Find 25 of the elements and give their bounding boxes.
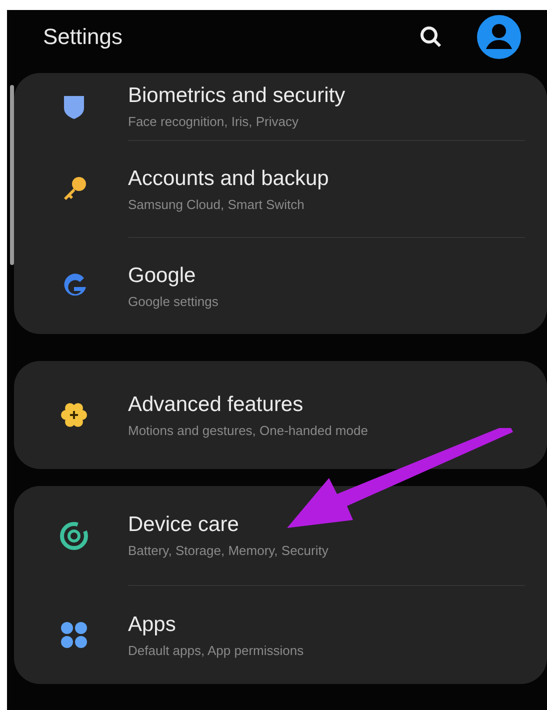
item-title: Apps xyxy=(128,612,177,636)
settings-item[interactable]: Apps Default apps, App permissions xyxy=(14,585,547,684)
profile-icon[interactable] xyxy=(477,14,521,58)
gear-icon xyxy=(60,401,88,429)
item-subtitle: Default apps, App permissions xyxy=(128,642,305,658)
settings-item[interactable]: Device care Battery, Storage, Memory, Security xyxy=(14,486,547,585)
item-subtitle: Samsung Cloud, Smart Switch xyxy=(128,196,306,212)
item-subtitle: Motions and gestures, One-handed mode xyxy=(128,422,369,438)
item-subtitle: Face recognition, Iris, Privacy xyxy=(128,114,300,129)
item-subtitle: Google settings xyxy=(128,294,220,308)
item-title: Advanced features xyxy=(128,392,304,416)
settings-item[interactable]: Biometrics and security Face recognition, Iris, Privacy xyxy=(14,73,547,140)
item-title: Accounts and backup xyxy=(128,166,330,190)
settings-item[interactable]: Accounts and backup Samsung Cloud, Smart Switch xyxy=(14,140,547,237)
item-subtitle: Battery, Storage, Memory, Security xyxy=(128,543,330,558)
item-title: Device care xyxy=(128,513,240,537)
item-title: Google xyxy=(128,264,197,288)
search-icon[interactable] xyxy=(419,24,443,48)
shield-icon xyxy=(63,94,85,120)
apps-icon xyxy=(60,620,88,648)
settings-item[interactable]: Advanced features Motions and gestures, One-handed mode xyxy=(14,361,547,469)
device-care-icon xyxy=(59,520,89,550)
item-title: Biometrics and security xyxy=(128,84,346,108)
page-title: Settings xyxy=(43,24,124,50)
settings-item[interactable]: Google Google settings xyxy=(14,237,547,334)
